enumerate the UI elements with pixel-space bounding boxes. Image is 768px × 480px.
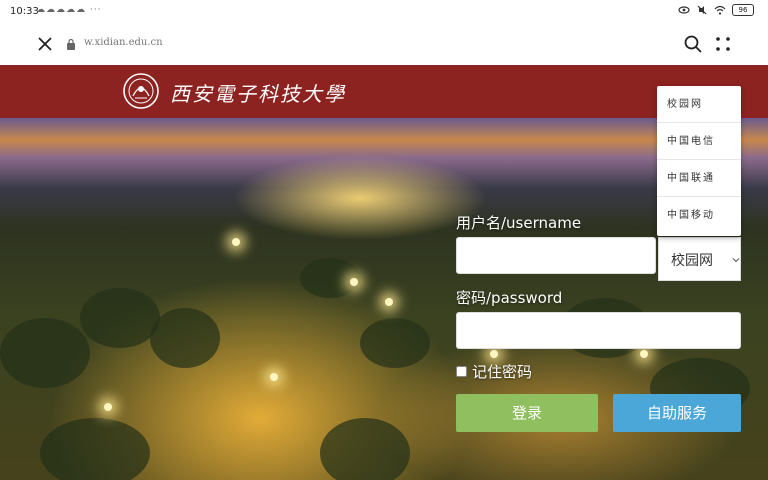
browser-address-bar: w.xidian.edu.cn xyxy=(0,24,768,64)
lock-icon xyxy=(67,38,75,50)
password-input[interactable] xyxy=(456,312,741,349)
network-select[interactable]: 校园网 xyxy=(658,237,741,281)
close-icon[interactable] xyxy=(36,35,54,53)
username-label: 用户名/username xyxy=(456,214,582,232)
network-select-value: 校园网 xyxy=(671,253,713,269)
dropdown-option-unicom[interactable]: 中国联通 xyxy=(657,160,741,197)
status-time: 10:33 xyxy=(10,6,39,17)
university-name: 西安電子科技大學 xyxy=(170,82,346,106)
remember-password-label[interactable]: 记住密码 xyxy=(472,361,532,382)
more-menu-icon[interactable] xyxy=(714,35,732,53)
university-emblem xyxy=(123,73,159,109)
network-dropdown: 校园网 中国电信 中国联通 中国移动 xyxy=(657,86,741,236)
password-label: 密码/password xyxy=(456,289,563,307)
dropdown-option-telecom[interactable]: 中国电信 xyxy=(657,123,741,160)
remember-password-checkbox[interactable] xyxy=(456,366,467,377)
notification-icons: ☁☁☁☁☁ ··· xyxy=(36,5,102,15)
search-icon[interactable] xyxy=(683,34,703,54)
status-bar: 10:33 ☁☁☁☁☁ ··· 96 xyxy=(0,0,768,24)
chevron-down-icon xyxy=(732,258,740,263)
site-header: 西安電子科技大學 xyxy=(0,65,768,118)
eye-icon xyxy=(678,6,690,14)
wifi-icon xyxy=(714,5,726,15)
dropdown-option-campus[interactable]: 校园网 xyxy=(657,86,741,123)
dropdown-option-mobile[interactable]: 中国移动 xyxy=(657,197,741,234)
url-text[interactable]: w.xidian.edu.cn xyxy=(84,37,163,48)
battery-icon: 96 xyxy=(732,4,754,16)
login-button[interactable]: 登录 xyxy=(456,394,598,432)
mute-icon xyxy=(697,5,707,15)
status-icons: 96 xyxy=(678,4,754,16)
self-service-button[interactable]: 自助服务 xyxy=(613,394,741,432)
username-input[interactable] xyxy=(456,237,656,274)
